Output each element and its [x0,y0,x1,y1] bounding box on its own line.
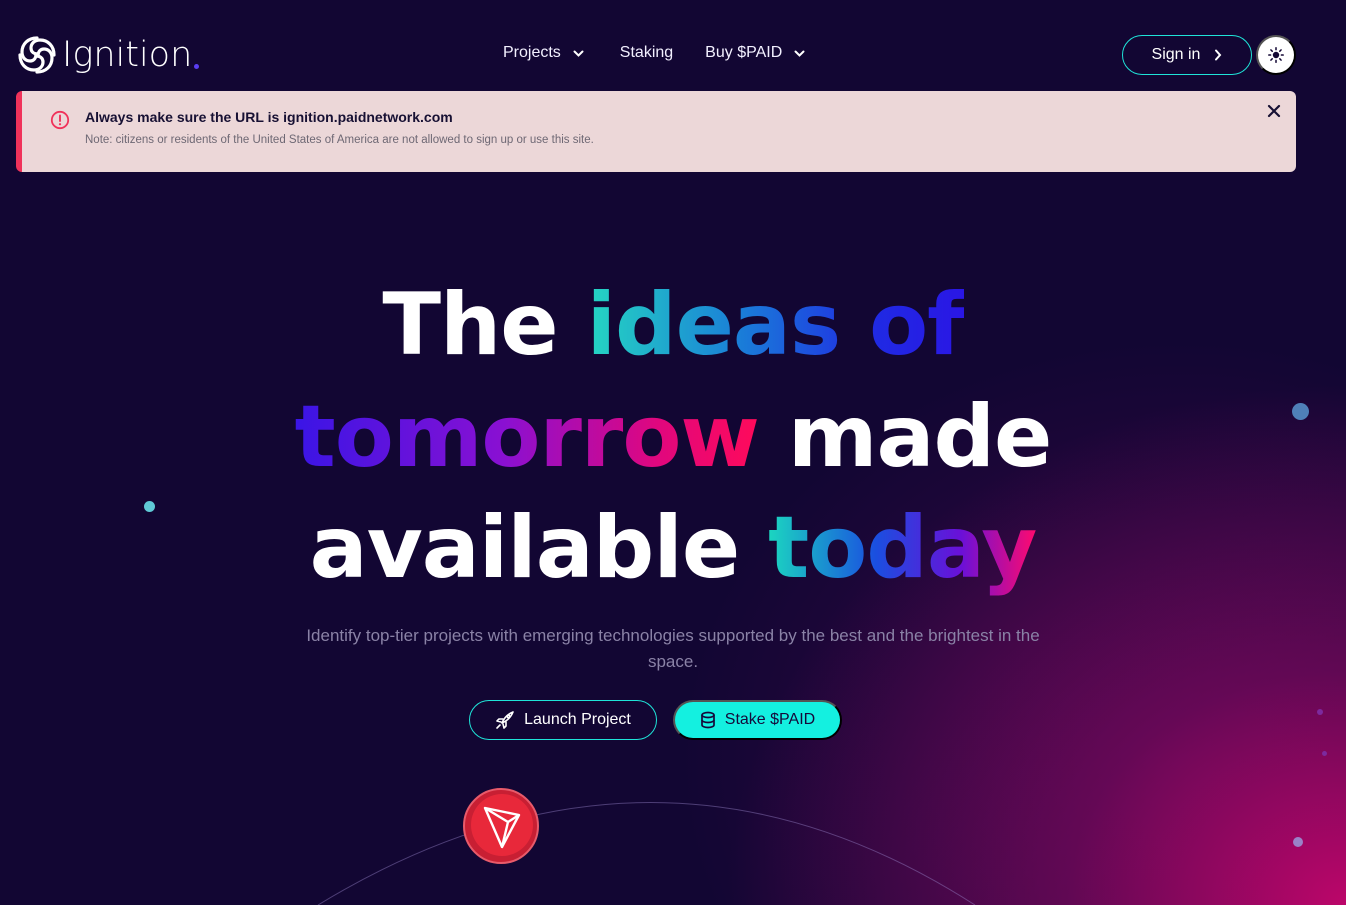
hero-subtitle: Identify top-tier projects with emerging… [306,626,1040,671]
tron-coin-icon [463,788,539,864]
ignition-logo-icon [18,36,56,74]
logo[interactable]: Ignition [16,34,200,76]
nav-projects-label: Projects [503,44,561,61]
hero-text-plain: made [787,387,1053,487]
decor-dot [1322,751,1327,756]
theme-toggle-button[interactable] [1256,35,1296,75]
chevron-down-icon [794,50,805,57]
hero-text-accent: today [768,498,1037,598]
sun-icon [1268,47,1284,63]
stake-paid-button[interactable]: Stake $PAID [673,700,842,740]
logo-dot [194,63,200,69]
decor-dot [1293,837,1303,847]
hero-heading-line-2: tomorrow made [0,387,1346,487]
nav-buy-paid-label: Buy $PAID [705,44,783,61]
launch-project-button[interactable]: Launch Project [469,700,657,740]
database-icon [700,711,715,729]
sign-in-button[interactable]: Sign in [1122,35,1252,75]
alert-note: Note: citizens or residents of the Unite… [85,134,594,146]
url-warning-alert: Always make sure the URL is ignition.pai… [16,91,1296,172]
nav-staking[interactable]: Staking [620,44,673,62]
header: Ignition Projects Staking Buy $PAID Sign… [0,0,1346,90]
hero-text-accent: ideas of [586,275,965,375]
hero-heading-line-1: The ideas of [0,275,1346,375]
hero-text-plain: available [309,498,740,598]
nav-staking-label: Staking [619,44,674,61]
chevron-right-icon [1215,49,1222,61]
logo-text: Ignition [62,35,193,75]
stake-paid-label: Stake $PAID [724,711,816,728]
launch-project-label: Launch Project [524,711,631,728]
hero-heading-line-3: available today [0,498,1346,598]
hero-text-accent: tomorrow [294,387,760,487]
chevron-down-icon [573,50,584,57]
main-nav: Projects Staking Buy $PAID [503,44,805,62]
alert-title: Always make sure the URL is ignition.pai… [85,109,453,125]
nav-buy-paid[interactable]: Buy $PAID [705,44,805,62]
alert-circle-icon [50,110,70,130]
sign-in-label: Sign in [1151,46,1201,63]
decor-dot [1317,709,1323,715]
close-icon[interactable] [1266,103,1282,119]
rocket-icon [496,711,514,729]
nav-projects[interactable]: Projects [503,44,584,62]
hero-text-plain: The [382,275,558,375]
